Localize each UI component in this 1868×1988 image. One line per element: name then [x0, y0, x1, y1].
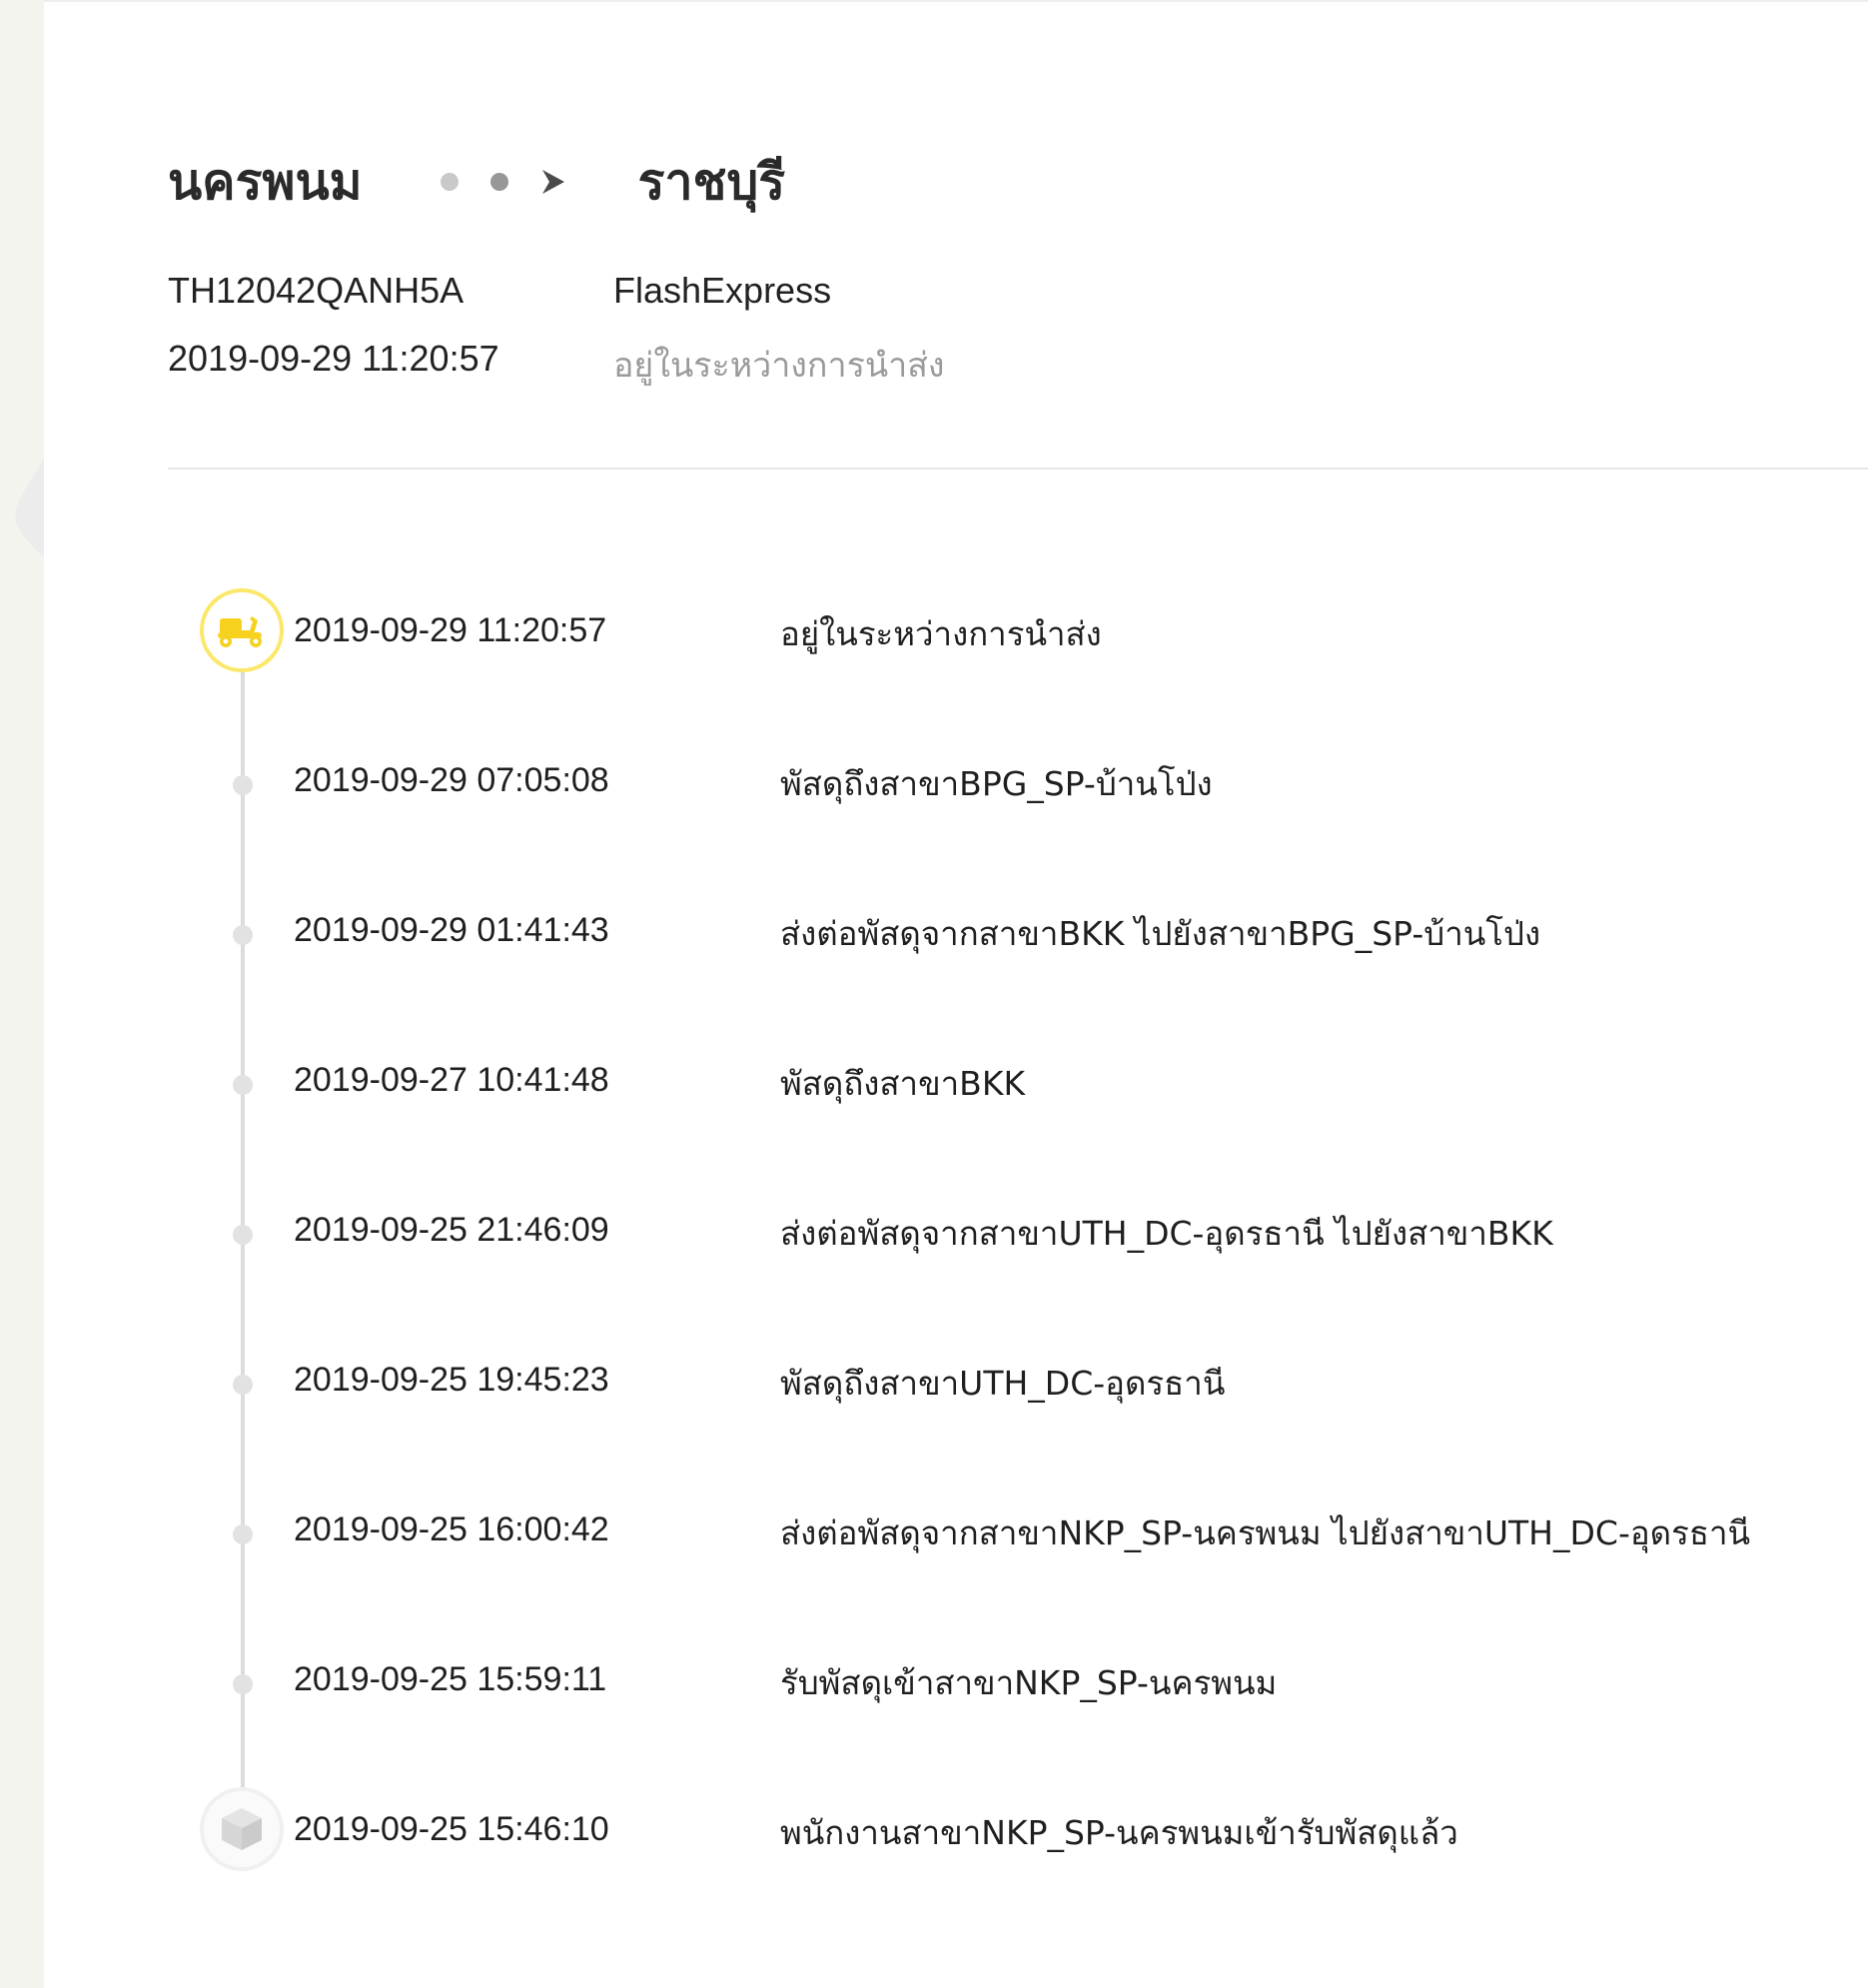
event-description: ส่งต่อพัสดุจากสาขาBKK ไปยังสาขาBPG_SP-บ้…: [780, 914, 1541, 953]
origin-city: นครพนม: [168, 153, 363, 211]
event-time: 2019-09-25 16:00:42: [294, 1510, 609, 1548]
box-icon: [222, 1808, 262, 1850]
timeline-event: 2019-09-27 10:41:48 พัสดุถึงสาขาBKK: [44, 1053, 1868, 1113]
tracking-card: นครพนม ราชบุรี TH12042QANH5A FlashExpres…: [44, 0, 1868, 1988]
carrier-name: FlashExpress: [613, 270, 832, 311]
event-time: 2019-09-25 15:46:10: [294, 1810, 609, 1848]
destination-city: ราชบุรี: [637, 153, 786, 211]
event-description: พัสดุถึงสาขาBKK: [780, 1064, 1026, 1103]
status-text: อยู่ในระหว่างการนำส่ง: [613, 346, 945, 386]
event-description: พนักงานสาขาNKP_SP-นครพนมเข้ารับพัสดุแล้ว: [780, 1813, 1458, 1852]
left-edge-strip: [0, 0, 44, 1988]
timeline-dot: [233, 1225, 253, 1245]
divider: [168, 468, 1868, 470]
meta-row-2: 2019-09-29 11:20:57 อยู่ในระหว่างการนำส่…: [168, 338, 945, 386]
timeline-event: 2019-09-29 11:20:57 อยู่ในระหว่างการนำส่…: [44, 588, 1868, 672]
event-time: 2019-09-25 15:59:11: [294, 1660, 607, 1698]
event-time: 2019-09-29 11:20:57: [294, 611, 607, 649]
event-description: รับพัสดุเข้าสาขาNKP_SP-นครพนม: [780, 1663, 1278, 1702]
route-header: นครพนม ราชบุรี: [168, 142, 785, 222]
timeline-dot: [233, 1524, 253, 1544]
timeline-event: 2019-09-25 15:59:11 รับพัสดุเข้าสาขาNKP_…: [44, 1652, 1868, 1712]
event-description: พัสดุถึงสาขาUTH_DC-อุดรธานี: [780, 1364, 1226, 1403]
first-status-node: [200, 1787, 284, 1871]
event-time: 2019-09-29 07:05:08: [294, 761, 609, 799]
timeline-dot: [233, 1674, 253, 1694]
progress-dot: [440, 173, 459, 191]
last-update-time: 2019-09-29 11:20:57: [168, 338, 499, 379]
event-description: อยู่ในระหว่างการนำส่ง: [780, 614, 1102, 653]
timeline-dot: [233, 1075, 253, 1095]
event-time: 2019-09-25 19:45:23: [294, 1361, 609, 1399]
timeline-dot: [233, 925, 253, 945]
decorative-mark: [15, 458, 44, 557]
event-time: 2019-09-29 01:41:43: [294, 911, 609, 949]
timeline-event: 2019-09-29 07:05:08 พัสดุถึงสาขาBPG_SP-บ…: [44, 753, 1868, 813]
tracking-number: TH12042QANH5A: [168, 270, 465, 311]
timeline-dot: [233, 1375, 253, 1395]
current-status-node: [200, 588, 284, 672]
event-time: 2019-09-25 21:46:09: [294, 1211, 609, 1249]
timeline-event: 2019-09-25 15:46:10 พนักงานสาขาNKP_SP-นค…: [44, 1787, 1868, 1871]
progress-dot: [489, 173, 508, 191]
event-description: พัสดุถึงสาขาBPG_SP-บ้านโป่ง: [780, 764, 1213, 803]
route-progress-indicator: [440, 168, 566, 196]
timeline-event: 2019-09-25 19:45:23 พัสดุถึงสาขาUTH_DC-อ…: [44, 1353, 1868, 1413]
event-description: ส่งต่อพัสดุจากสาขาNKP_SP-นครพนม ไปยังสาข…: [780, 1513, 1751, 1552]
arrow-right-icon: [541, 170, 564, 194]
timeline-event: 2019-09-25 21:46:09 ส่งต่อพัสดุจากสาขาUT…: [44, 1203, 1868, 1263]
timeline-event: 2019-09-29 01:41:43 ส่งต่อพัสดุจากสาขาBK…: [44, 903, 1868, 963]
timeline-dot: [233, 775, 253, 795]
scooter-icon: [218, 616, 262, 647]
timeline-event: 2019-09-25 16:00:42 ส่งต่อพัสดุจากสาขาNK…: [44, 1502, 1868, 1562]
event-time: 2019-09-27 10:41:48: [294, 1061, 609, 1099]
meta-row-1: TH12042QANH5A FlashExpress: [168, 270, 831, 312]
event-description: ส่งต่อพัสดุจากสาขาUTH_DC-อุดรธานี ไปยังส…: [780, 1214, 1553, 1253]
